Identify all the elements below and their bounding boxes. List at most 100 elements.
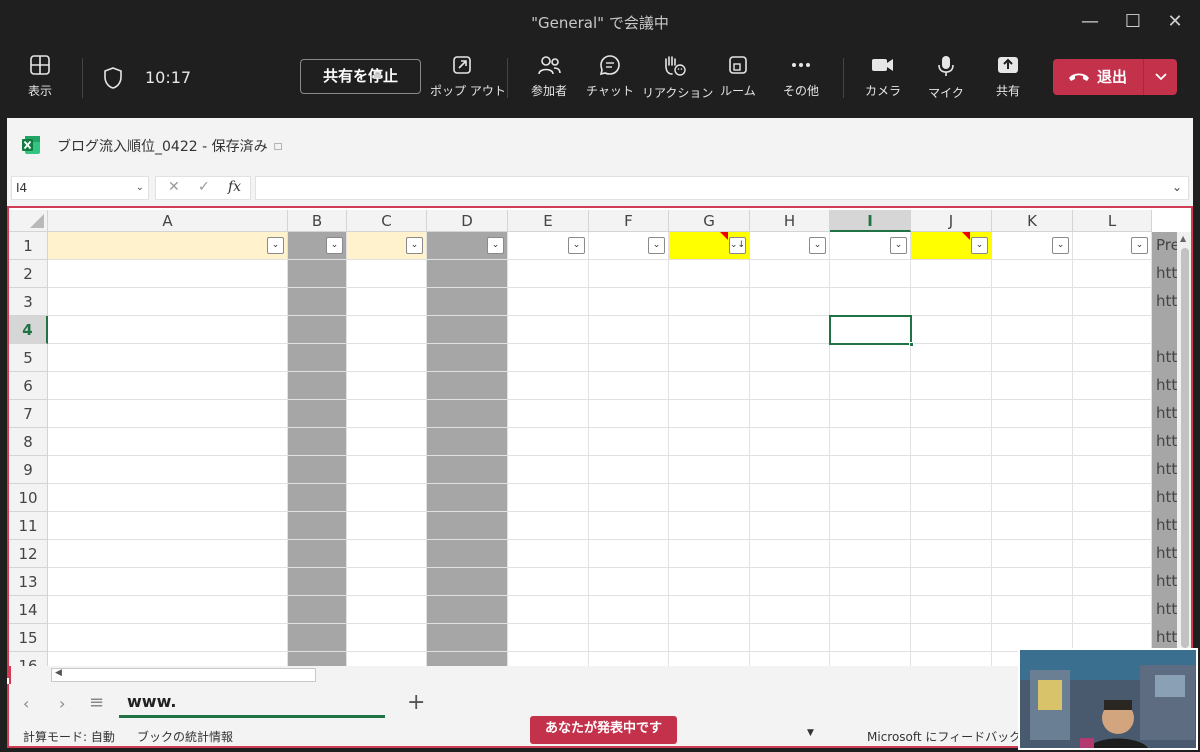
row-header-15[interactable]: 15 <box>9 624 48 652</box>
row-header-10[interactable]: 10 <box>9 484 48 512</box>
filter-dropdown-icon[interactable]: ⌄ <box>326 237 343 254</box>
leave-button[interactable]: 退出 <box>1053 59 1177 95</box>
maximize-icon[interactable]: ☐ <box>1118 8 1148 36</box>
share-tray-icon <box>998 57 1018 73</box>
row-header-4[interactable]: 4 <box>9 316 48 344</box>
popout-icon <box>453 56 471 74</box>
calc-mode: 計算モード: 自動 <box>23 730 115 744</box>
filter-dropdown-icon[interactable]: ⌄ <box>890 237 907 254</box>
share-button[interactable]: 共有 <box>976 54 1040 99</box>
header-cell-a[interactable] <box>48 232 287 260</box>
prev-sheet-icon[interactable]: ‹ <box>23 694 29 713</box>
column-header-l[interactable]: L <box>1073 210 1152 232</box>
more-button[interactable]: その他 <box>769 54 833 99</box>
hand-emoji-icon <box>665 56 686 76</box>
chat-button[interactable]: チャット <box>578 54 642 99</box>
column-header-b[interactable]: B <box>288 210 347 232</box>
row-header-14[interactable]: 14 <box>9 596 48 624</box>
filter-dropdown-icon[interactable]: ⌄ <box>267 237 284 254</box>
row-header-7[interactable]: 7 <box>9 400 48 428</box>
view-button[interactable]: 表示 <box>8 54 72 99</box>
reactions-button[interactable]: リアクション <box>642 54 714 101</box>
filter-dropdown-icon[interactable]: ⌄↓ <box>729 237 746 254</box>
comment-indicator-icon[interactable] <box>962 232 970 240</box>
row-header-9[interactable]: 9 <box>9 456 48 484</box>
scroll-left-icon[interactable]: ◀ <box>55 668 62 678</box>
column-header-j[interactable]: J <box>911 210 992 232</box>
leave-main[interactable]: 退出 <box>1053 59 1143 95</box>
hang-up-icon <box>1069 73 1089 81</box>
name-box[interactable]: I4 ⌄ <box>11 176 149 200</box>
cell-text: htt <box>1156 516 1178 534</box>
column-header-h[interactable]: H <box>750 210 830 232</box>
column-header-k[interactable]: K <box>992 210 1073 232</box>
participants-button[interactable]: 参加者 <box>517 54 581 99</box>
column-header-i[interactable]: I <box>830 210 911 232</box>
row-header-8[interactable]: 8 <box>9 428 48 456</box>
column-header-a[interactable]: A <box>48 210 288 232</box>
row-header-13[interactable]: 13 <box>9 568 48 596</box>
row-header-6[interactable]: 6 <box>9 372 48 400</box>
row-header-3[interactable]: 3 <box>9 288 48 316</box>
row-header-11[interactable]: 11 <box>9 512 48 540</box>
more-icon <box>792 63 810 67</box>
filter-dropdown-icon[interactable]: ⌄ <box>971 237 988 254</box>
active-cell[interactable] <box>829 315 914 347</box>
sheet-tab[interactable]: www. <box>119 684 391 722</box>
dropdown-square-icon[interactable]: □ <box>274 142 283 152</box>
row-header-2[interactable]: 2 <box>9 260 48 288</box>
document-title[interactable]: ブログ流入順位_0422 - 保存済み □ <box>57 136 282 156</box>
popout-button[interactable]: ポップ アウト <box>430 54 506 99</box>
add-sheet-icon[interactable]: + <box>407 690 425 715</box>
scroll-up-icon[interactable]: ▲ <box>1180 234 1186 243</box>
chevron-down-icon[interactable]: ⌄ <box>1172 180 1182 194</box>
horizontal-scrollbar[interactable]: ◀ <box>9 666 1193 684</box>
minimize-icon[interactable]: — <box>1075 8 1105 36</box>
chat-label: チャット <box>586 84 634 98</box>
reactions-label: リアクション <box>642 86 714 100</box>
cell-text: htt <box>1156 348 1178 366</box>
row-header-12[interactable]: 12 <box>9 540 48 568</box>
shield-icon[interactable] <box>102 66 124 94</box>
row-header-5[interactable]: 5 <box>9 344 48 372</box>
check-icon[interactable]: ✓ <box>198 179 210 195</box>
comment-indicator-icon[interactable] <box>720 232 728 240</box>
participants-label: 参加者 <box>530 84 567 98</box>
next-sheet-icon[interactable]: › <box>59 694 65 713</box>
filter-dropdown-icon[interactable]: ⌄ <box>1052 237 1069 254</box>
column-header-f[interactable]: F <box>589 210 669 232</box>
row-header-1[interactable]: 1 <box>9 232 48 260</box>
mic-button[interactable]: マイク <box>914 54 978 101</box>
cell-text: htt <box>1156 264 1178 282</box>
cancel-icon[interactable]: ✕ <box>168 179 180 195</box>
function-icon[interactable]: fx <box>228 179 241 195</box>
self-video-tile[interactable] <box>1018 648 1198 750</box>
column-header-c[interactable]: C <box>347 210 427 232</box>
cell-text: htt <box>1156 292 1178 310</box>
filter-dropdown-icon[interactable]: ⌄ <box>487 237 504 254</box>
cell-text: htt <box>1156 404 1178 422</box>
sheet-list-icon[interactable]: ≡ <box>89 692 104 713</box>
chevron-down-icon[interactable]: ⌄ <box>136 177 144 199</box>
stop-sharing-button[interactable]: 共有を停止 <box>300 59 421 94</box>
cell-text: htt <box>1156 628 1178 646</box>
vertical-scrollbar[interactable]: ▲ <box>1177 232 1191 652</box>
close-icon[interactable]: ✕ <box>1160 8 1190 36</box>
column-header-g[interactable]: G <box>669 210 750 232</box>
rooms-button[interactable]: ルーム <box>706 54 770 99</box>
column-header-d[interactable]: D <box>427 210 508 232</box>
filter-dropdown-icon[interactable]: ⌄ <box>648 237 665 254</box>
filter-dropdown-icon[interactable]: ⌄ <box>1131 237 1148 254</box>
feedback-link[interactable]: Microsoft にフィードバックを <box>867 728 1033 745</box>
filter-dropdown-icon[interactable]: ⌄ <box>406 237 423 254</box>
formula-input[interactable]: ⌄ <box>255 176 1189 200</box>
column-header-e[interactable]: E <box>508 210 589 232</box>
workbook-stats[interactable]: ブックの統計情報 <box>137 728 233 745</box>
spreadsheet-grid[interactable]: ABCDEFGHIJKL 12345678910111213141516 ⌄⌄⌄… <box>7 206 1193 678</box>
leave-options-button[interactable] <box>1144 59 1177 95</box>
cell-text: htt <box>1156 376 1178 394</box>
chevron-down-icon[interactable]: ▼ <box>807 728 814 738</box>
camera-button[interactable]: カメラ <box>851 54 915 99</box>
filter-dropdown-icon[interactable]: ⌄ <box>809 237 826 254</box>
filter-dropdown-icon[interactable]: ⌄ <box>568 237 585 254</box>
